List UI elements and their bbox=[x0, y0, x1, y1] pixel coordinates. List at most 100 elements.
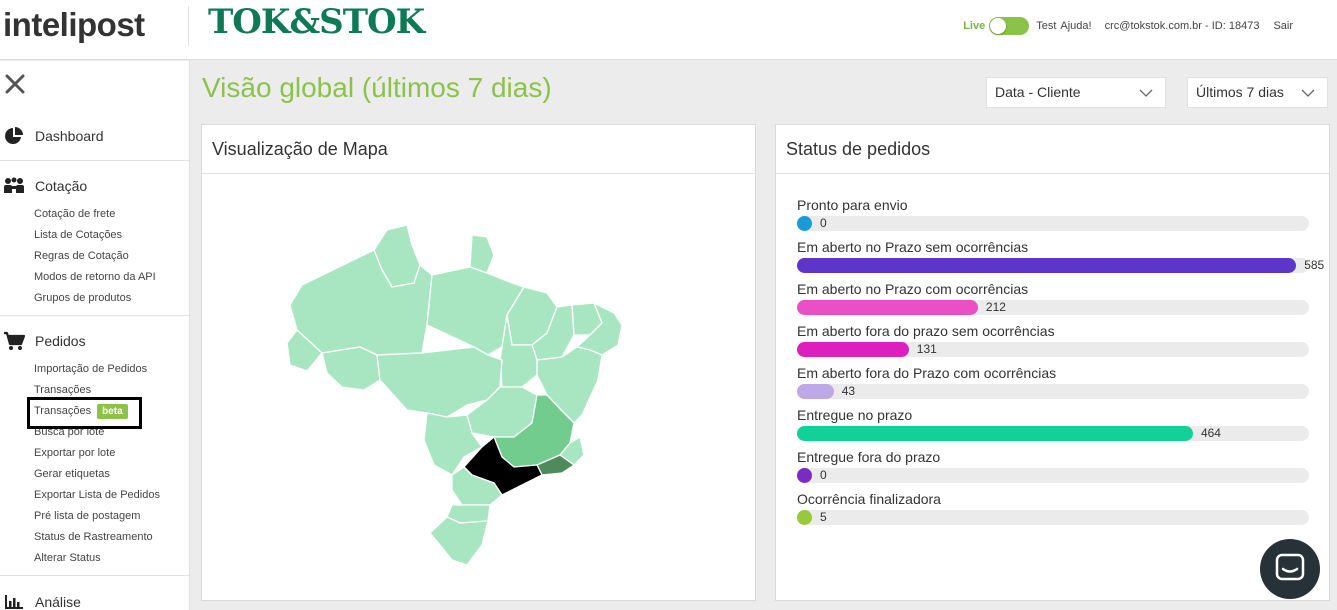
status-list: Pronto para envio 0 Em aberto no Prazo sem… bbox=[797, 197, 1324, 533]
header-actions: Live Test Ajuda! crc@tokstok.com.br - ID… bbox=[963, 16, 1293, 36]
pedidos-submenu: Importação de Pedidos Transações Transaç… bbox=[0, 359, 190, 569]
status-label: Ocorrência finalizadora bbox=[797, 491, 941, 507]
date-type-select[interactable]: Data - Cliente bbox=[986, 77, 1166, 108]
map-region[interactable] bbox=[321, 346, 381, 391]
status-panel: Status de pedidos Pronto para envio 0 Em a… bbox=[775, 124, 1330, 601]
sidebar-item-cotacao[interactable]: Cotação bbox=[0, 174, 190, 198]
pie-chart-icon bbox=[3, 126, 25, 146]
status-item[interactable]: Em aberto fora do Prazo com ocorrências 4… bbox=[797, 365, 1309, 407]
status-item[interactable]: Entregue no prazo 464 bbox=[797, 407, 1309, 449]
environment-toggle[interactable] bbox=[989, 17, 1030, 35]
help-link[interactable]: Ajuda! bbox=[1060, 20, 1091, 32]
status-bar-fill bbox=[797, 426, 1193, 441]
status-value: 585 bbox=[1304, 258, 1325, 272]
status-item[interactable]: Pronto para envio 0 bbox=[797, 197, 1309, 239]
status-value: 43 bbox=[841, 384, 856, 398]
chat-icon bbox=[1275, 553, 1305, 581]
client-logo: TOK&STOK bbox=[208, 2, 425, 42]
chevron-down-icon bbox=[1301, 89, 1315, 97]
period-select[interactable]: Últimos 7 dias bbox=[1187, 77, 1328, 108]
status-bar-track bbox=[797, 216, 1309, 231]
period-value: Últimos 7 dias bbox=[1196, 84, 1284, 100]
nav-section-pedidos: Pedidos Importação de Pedidos Transações… bbox=[0, 329, 190, 569]
submenu-item[interactable]: Grupos de produtos bbox=[34, 288, 190, 309]
status-label: Entregue fora do prazo bbox=[797, 449, 941, 465]
submenu-item[interactable]: Alterar Status bbox=[34, 548, 190, 569]
close-icon bbox=[5, 74, 25, 94]
brazil-map bbox=[286, 224, 623, 566]
page-title: Visão global (últimos 7 dias) bbox=[202, 72, 552, 103]
submenu-item[interactable]: Gerar etiquetas bbox=[34, 464, 190, 485]
sidebar-item-label: Análise bbox=[35, 594, 81, 610]
submenu-item[interactable]: Regras de Cotação bbox=[34, 246, 190, 267]
env-live-label: Live bbox=[963, 20, 986, 32]
env-test-label: Test bbox=[1036, 20, 1057, 32]
status-bar-fill bbox=[797, 216, 812, 231]
status-value: 5 bbox=[820, 510, 827, 524]
submenu-item[interactable]: Modos de retorno da API bbox=[34, 267, 190, 288]
status-item[interactable]: Em aberto no Prazo com ocorrências 212 bbox=[797, 281, 1309, 323]
status-item[interactable]: Entregue fora do prazo 0 bbox=[797, 449, 1309, 491]
submenu-item[interactable]: Status de Rastreamento bbox=[34, 527, 190, 548]
status-value: 0 bbox=[820, 468, 827, 482]
sidebar-item-dashboard[interactable]: Dashboard bbox=[0, 124, 190, 148]
status-value: 131 bbox=[916, 342, 937, 356]
submenu-item[interactable]: Pré lista de postagem bbox=[34, 506, 190, 527]
chat-widget-button[interactable] bbox=[1260, 539, 1320, 599]
sidebar-item-analise[interactable]: Análise bbox=[0, 590, 190, 610]
people-icon bbox=[3, 176, 25, 196]
status-bar-fill bbox=[797, 258, 1297, 273]
sidebar-divider bbox=[0, 575, 190, 576]
status-label: Em aberto no Prazo sem ocorrências bbox=[797, 239, 1029, 255]
top-bar: intelipost TOK&STOK Live Test Ajuda! crc… bbox=[0, 0, 1337, 60]
sidebar-item-label: Dashboard bbox=[35, 128, 104, 144]
sidebar-divider bbox=[0, 160, 190, 161]
map-region[interactable] bbox=[429, 516, 489, 566]
bar-chart-icon bbox=[3, 592, 25, 610]
sidebar-item-pedidos[interactable]: Pedidos bbox=[0, 329, 190, 353]
submenu-item[interactable]: Exportar por lote bbox=[34, 443, 190, 464]
status-panel-title: Status de pedidos bbox=[776, 125, 1329, 174]
date-type-value: Data - Cliente bbox=[995, 84, 1081, 100]
submenu-item[interactable]: Importação de Pedidos bbox=[34, 359, 190, 380]
status-value: 464 bbox=[1200, 426, 1221, 440]
sidebar-item-label: Pedidos bbox=[35, 333, 86, 349]
cart-icon bbox=[3, 331, 25, 351]
sidebar: Dashboard Cotação Cotação de frete Lista… bbox=[0, 61, 190, 610]
submenu-item[interactable]: Cotação de frete bbox=[34, 204, 190, 225]
chevron-down-icon bbox=[1139, 89, 1153, 97]
highlight-annotation bbox=[27, 397, 142, 429]
status-value: 212 bbox=[985, 300, 1006, 314]
status-label: Em aberto fora do Prazo com ocorrências bbox=[797, 365, 1057, 381]
sidebar-divider bbox=[0, 315, 190, 316]
logout-link[interactable]: Sair bbox=[1273, 20, 1293, 32]
map-panel: Visualização de Mapa bbox=[201, 124, 756, 601]
nav-section-analise: Análise bbox=[0, 590, 190, 610]
map-panel-title: Visualização de Mapa bbox=[202, 125, 755, 174]
user-account-label[interactable]: crc@tokstok.com.br - ID: 18473 bbox=[1105, 20, 1260, 32]
status-bar-fill bbox=[797, 342, 909, 357]
status-bar-fill bbox=[797, 384, 834, 399]
status-bar-track bbox=[797, 468, 1309, 483]
map-region[interactable] bbox=[469, 234, 495, 274]
status-label: Em aberto fora do prazo sem ocorrências bbox=[797, 323, 1055, 339]
status-value: 0 bbox=[820, 216, 827, 230]
nav-section-cotacao: Cotação Cotação de frete Lista de Cotaçõ… bbox=[0, 174, 190, 309]
status-bar-track bbox=[797, 510, 1309, 525]
submenu-item[interactable]: Lista de Cotações bbox=[34, 225, 190, 246]
intelipost-logo[interactable]: intelipost bbox=[3, 6, 145, 44]
status-item[interactable]: Em aberto fora do prazo sem ocorrências 1… bbox=[797, 323, 1309, 365]
status-bar-track bbox=[797, 384, 1309, 399]
logo-divider bbox=[188, 6, 189, 46]
status-item[interactable]: Ocorrência finalizadora 5 bbox=[797, 491, 1309, 533]
status-label: Em aberto no Prazo com ocorrências bbox=[797, 281, 1029, 297]
toggle-knob bbox=[990, 18, 1007, 34]
status-bar-fill bbox=[797, 468, 812, 483]
submenu-item[interactable]: Exportar Lista de Pedidos bbox=[34, 485, 190, 506]
status-bar-fill bbox=[797, 300, 978, 315]
status-item[interactable]: Em aberto no Prazo sem ocorrências 585 bbox=[797, 239, 1324, 281]
nav-section-dashboard: Dashboard bbox=[0, 124, 190, 148]
cotacao-submenu: Cotação de frete Lista de Cotações Regra… bbox=[0, 204, 190, 309]
close-sidebar-button[interactable] bbox=[4, 73, 26, 95]
sidebar-item-label: Cotação bbox=[35, 178, 88, 194]
